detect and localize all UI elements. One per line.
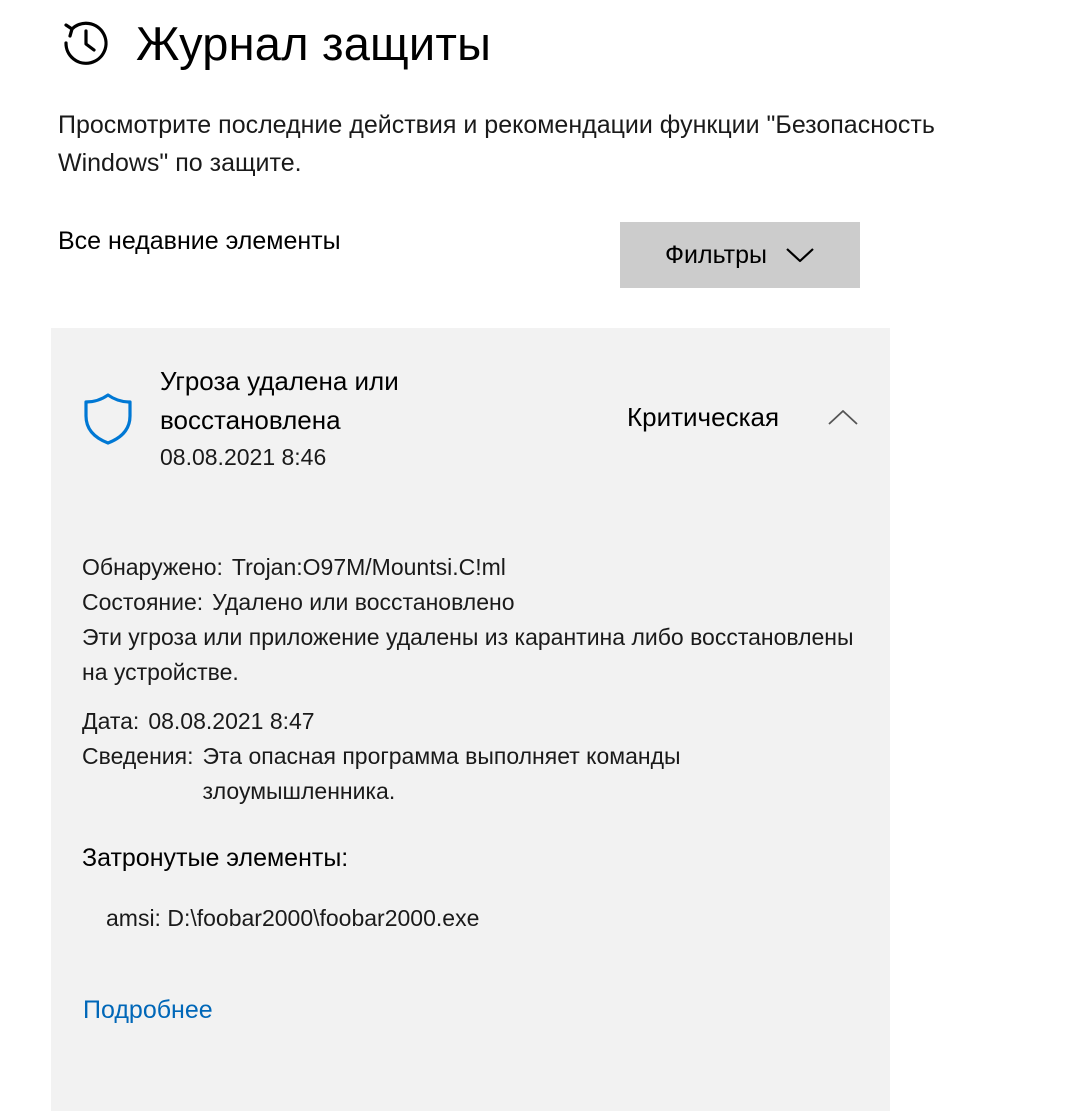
history-clock-icon [64, 21, 108, 65]
status-description: Эти угроза или приложение удалены из кар… [82, 624, 854, 685]
detected-value: Trojan:O97M/Mountsi.C!ml [231, 554, 506, 580]
status-label: Состояние: [82, 589, 204, 615]
date-row: Дата: 08.08.2021 8:47 [82, 704, 862, 739]
protection-history-page: Журнал защиты Просмотрите последние дейс… [0, 0, 1077, 1111]
filters-button[interactable]: Фильтры [620, 222, 860, 288]
page-description: Просмотрите последние действия и рекомен… [58, 111, 935, 177]
chevron-up-icon[interactable] [827, 408, 859, 426]
chevron-down-icon [786, 248, 814, 263]
date-label: Дата: [82, 708, 140, 734]
threat-history-card: Угроза удалена или восстановлена 08.08.2… [51, 328, 890, 1111]
detected-label: Обнаружено: [82, 554, 223, 580]
list-section-label: Все недавние элементы [58, 227, 341, 255]
threat-details: Обнаружено: Trojan:O97M/Mountsi.C!ml Сос… [82, 550, 862, 809]
date-value: 08.08.2021 8:47 [148, 708, 315, 734]
shield-icon [84, 393, 132, 445]
info-label: Сведения: [82, 743, 194, 769]
page-header: Журнал защиты [58, 0, 491, 100]
status-value: Удалено или восстановлено [212, 589, 515, 615]
severity-label: Критическая [627, 402, 780, 432]
filters-button-label: Фильтры [665, 240, 767, 269]
threat-timestamp: 08.08.2021 8:46 [160, 444, 327, 470]
threat-title: Угроза удалена или восстановлена [160, 366, 399, 435]
page-title: Журнал защиты [136, 16, 492, 70]
affected-item: amsi: D:\foobar2000\foobar2000.exe [106, 905, 480, 931]
detected-row: Обнаружено: Trojan:O97M/Mountsi.C!ml [82, 550, 862, 585]
affected-items-title: Затронутые элементы: [82, 844, 349, 872]
learn-more-link[interactable]: Подробнее [83, 996, 213, 1025]
threat-card-header[interactable]: Угроза удалена или восстановлена 08.08.2… [51, 328, 890, 488]
info-value: Эта опасная программа выполняет команды … [202, 743, 681, 804]
info-row: Сведения: Эта опасная программа выполняе… [82, 739, 862, 809]
status-row: Состояние: Удалено или восстановлено [82, 585, 862, 620]
